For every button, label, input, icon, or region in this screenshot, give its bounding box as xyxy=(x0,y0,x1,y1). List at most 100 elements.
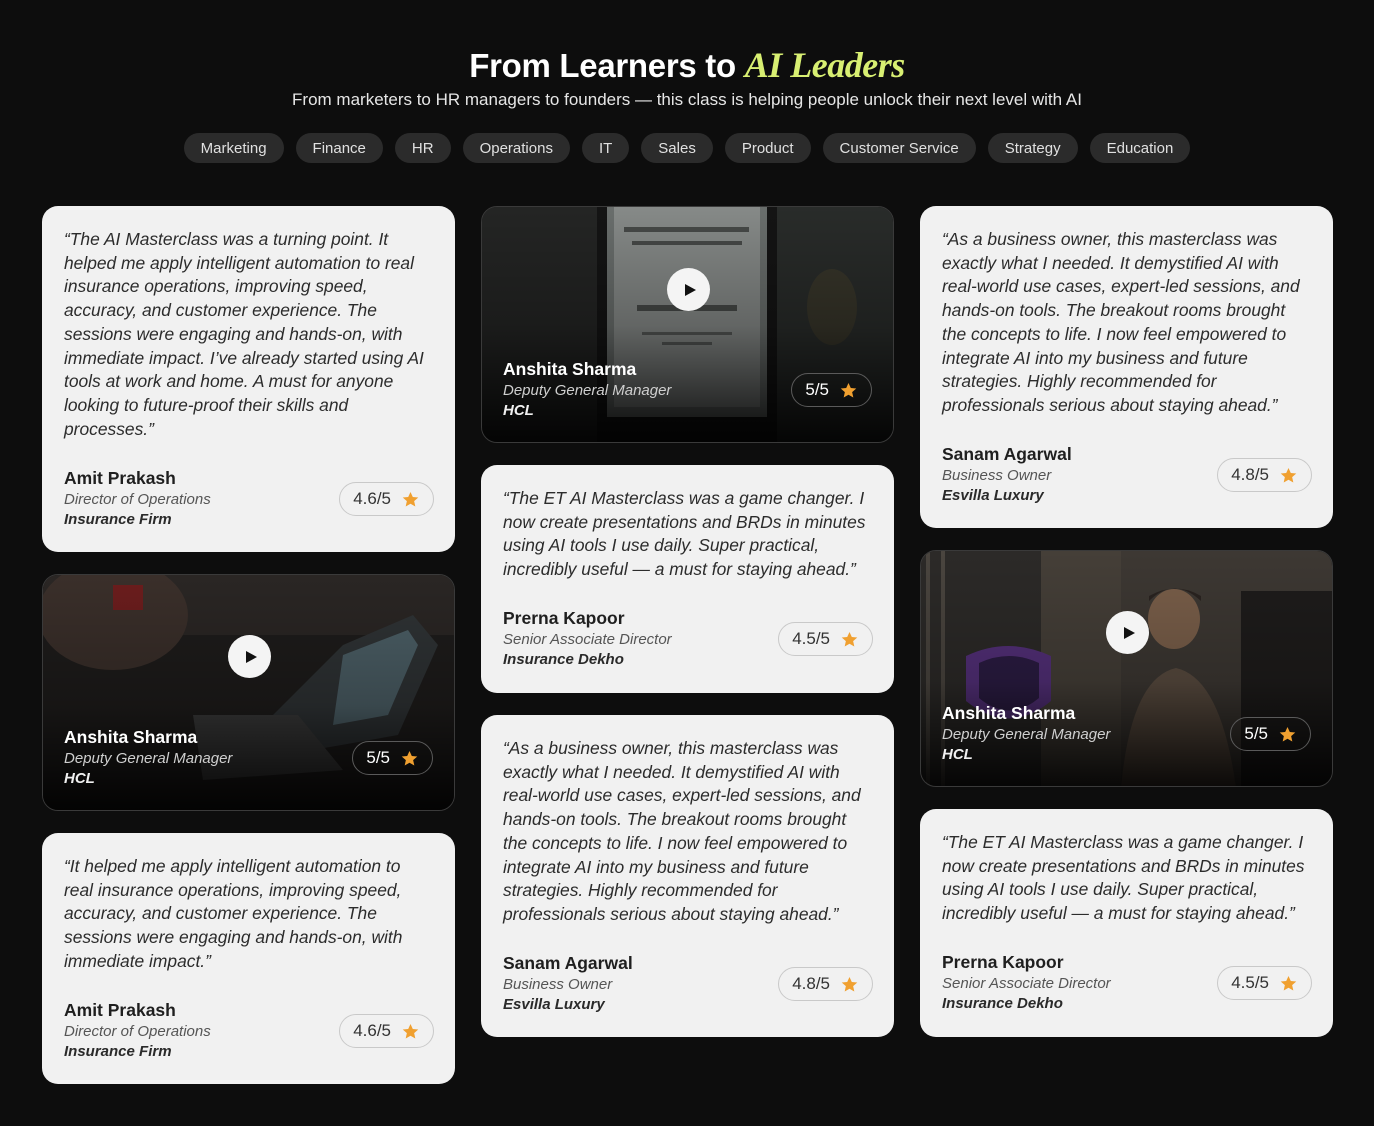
person-company: HCL xyxy=(503,402,534,419)
person-company: Insurance Firm xyxy=(64,1043,172,1060)
person-role: Deputy General Manager xyxy=(64,750,233,767)
testimonial-card: “The AI Masterclass was a turning point.… xyxy=(42,206,455,552)
person-info: Prerna Kapoor Senior Associate Director … xyxy=(503,607,672,670)
star-icon xyxy=(1280,975,1297,991)
filter-chip-strategy[interactable]: Strategy xyxy=(987,133,1078,163)
rating-badge: 4.6/5 xyxy=(339,1014,434,1048)
person-info: Anshita Sharma Deputy General Manager HC… xyxy=(942,702,1110,765)
filter-chip-marketing[interactable]: Marketing xyxy=(183,133,284,163)
star-icon xyxy=(402,1023,419,1039)
testimonial-card: “As a business owner, this masterclass w… xyxy=(481,715,894,1037)
star-icon xyxy=(1280,467,1297,483)
person-info: Sanam Agarwal Business Owner Esvilla Lux… xyxy=(942,443,1072,506)
person-info: Prerna Kapoor Senior Associate Director … xyxy=(942,951,1111,1014)
filter-chip-operations[interactable]: Operations xyxy=(462,133,570,163)
person-company: Insurance Dekho xyxy=(942,995,1063,1012)
star-icon xyxy=(402,491,419,507)
testimonial-quote: “As a business owner, this masterclass w… xyxy=(942,229,1300,415)
rating-value: 4.8/5 xyxy=(792,974,830,993)
filter-chip-sales[interactable]: Sales xyxy=(641,133,713,163)
person-company: Insurance Dekho xyxy=(503,651,624,668)
video-testimonial-card[interactable]: Anshita Sharma Deputy General Manager HC… xyxy=(42,574,455,811)
person-role: Deputy General Manager xyxy=(503,382,672,399)
person-name: Sanam Agarwal xyxy=(942,444,1072,464)
filter-chip-it[interactable]: IT xyxy=(581,133,630,163)
testimonial-column-3: “As a business owner, this masterclass w… xyxy=(920,206,1333,1037)
rating-badge: 4.5/5 xyxy=(778,622,873,656)
rating-badge: 4.8/5 xyxy=(778,967,873,1001)
filter-chips: Marketing Finance HR Operations IT Sales… xyxy=(0,133,1374,163)
person-role: Senior Associate Director xyxy=(503,631,672,648)
testimonial-quote: “The ET AI Masterclass was a game change… xyxy=(942,832,1305,924)
person-name: Anshita Sharma xyxy=(503,359,637,379)
play-icon xyxy=(246,650,257,663)
person-name: Prerna Kapoor xyxy=(942,952,1064,972)
video-testimonial-card[interactable]: Anshita Sharma Deputy General Manager HC… xyxy=(481,206,894,443)
rating-badge: 4.8/5 xyxy=(1217,458,1312,492)
play-button[interactable] xyxy=(228,635,271,678)
testimonial-quote: “As a business owner, this masterclass w… xyxy=(503,738,861,924)
rating-value: 4.6/5 xyxy=(353,1021,391,1040)
rating-badge: 5/5 xyxy=(352,741,433,775)
person-name: Sanam Agarwal xyxy=(503,953,633,973)
section-title: From Learners to AI Leaders xyxy=(0,44,1374,86)
person-role: Deputy General Manager xyxy=(942,726,1111,743)
person-name: Amit Prakash xyxy=(64,468,176,488)
rating-value: 5/5 xyxy=(1244,724,1268,743)
play-icon xyxy=(685,283,696,296)
play-button[interactable] xyxy=(1106,611,1149,654)
person-role: Business Owner xyxy=(942,467,1052,484)
testimonial-card: “It helped me apply intelligent automati… xyxy=(42,833,455,1084)
person-info: Anshita Sharma Deputy General Manager HC… xyxy=(64,726,232,789)
testimonial-card: “As a business owner, this masterclass w… xyxy=(920,206,1333,528)
rating-value: 4.6/5 xyxy=(353,489,391,508)
title-main: From Learners to xyxy=(469,47,736,84)
person-info: Amit Prakash Director of Operations Insu… xyxy=(64,999,211,1062)
testimonial-quote: “The AI Masterclass was a turning point.… xyxy=(64,229,424,439)
person-company: Esvilla Luxury xyxy=(942,487,1044,504)
person-name: Anshita Sharma xyxy=(64,727,198,747)
rating-value: 5/5 xyxy=(805,380,829,399)
rating-badge: 5/5 xyxy=(1230,717,1311,751)
testimonial-quote: “It helped me apply intelligent automati… xyxy=(64,856,403,971)
star-icon xyxy=(1279,726,1296,742)
person-company: Insurance Firm xyxy=(64,511,172,528)
star-icon xyxy=(841,976,858,992)
person-company: HCL xyxy=(942,746,973,763)
rating-badge: 4.5/5 xyxy=(1217,966,1312,1000)
person-role: Business Owner xyxy=(503,976,613,993)
rating-value: 4.5/5 xyxy=(1231,973,1269,992)
rating-badge: 5/5 xyxy=(791,373,872,407)
rating-value: 4.8/5 xyxy=(1231,465,1269,484)
filter-chip-product[interactable]: Product xyxy=(724,133,811,163)
person-role: Director of Operations xyxy=(64,1023,211,1040)
testimonial-quote: “The ET AI Masterclass was a game change… xyxy=(503,488,866,580)
star-icon xyxy=(841,631,858,647)
person-role: Senior Associate Director xyxy=(942,975,1111,992)
person-role: Director of Operations xyxy=(64,491,211,508)
star-icon xyxy=(401,750,418,766)
testimonial-column-1: “The AI Masterclass was a turning point.… xyxy=(42,206,455,1084)
filter-chip-finance[interactable]: Finance xyxy=(295,133,383,163)
filter-chip-hr[interactable]: HR xyxy=(394,133,451,163)
person-company: HCL xyxy=(64,770,95,787)
person-info: Sanam Agarwal Business Owner Esvilla Lux… xyxy=(503,952,633,1015)
rating-value: 5/5 xyxy=(366,748,390,767)
play-icon xyxy=(1124,626,1135,639)
star-icon xyxy=(840,382,857,398)
person-name: Prerna Kapoor xyxy=(503,608,625,628)
video-testimonial-card[interactable]: Anshita Sharma Deputy General Manager HC… xyxy=(920,550,1333,787)
person-company: Esvilla Luxury xyxy=(503,996,605,1013)
testimonial-card: “The ET AI Masterclass was a game change… xyxy=(481,465,894,693)
section-subtitle: From marketers to HR managers to founder… xyxy=(292,90,1082,109)
filter-chip-education[interactable]: Education xyxy=(1089,133,1191,163)
person-name: Amit Prakash xyxy=(64,1000,176,1020)
filter-chip-customer-service[interactable]: Customer Service xyxy=(822,133,976,163)
play-button[interactable] xyxy=(667,268,710,311)
rating-value: 4.5/5 xyxy=(792,629,830,648)
testimonial-card: “The ET AI Masterclass was a game change… xyxy=(920,809,1333,1037)
person-name: Anshita Sharma xyxy=(942,703,1076,723)
rating-badge: 4.6/5 xyxy=(339,482,434,516)
testimonial-column-2: Anshita Sharma Deputy General Manager HC… xyxy=(481,206,894,1037)
person-info: Anshita Sharma Deputy General Manager HC… xyxy=(503,358,671,421)
